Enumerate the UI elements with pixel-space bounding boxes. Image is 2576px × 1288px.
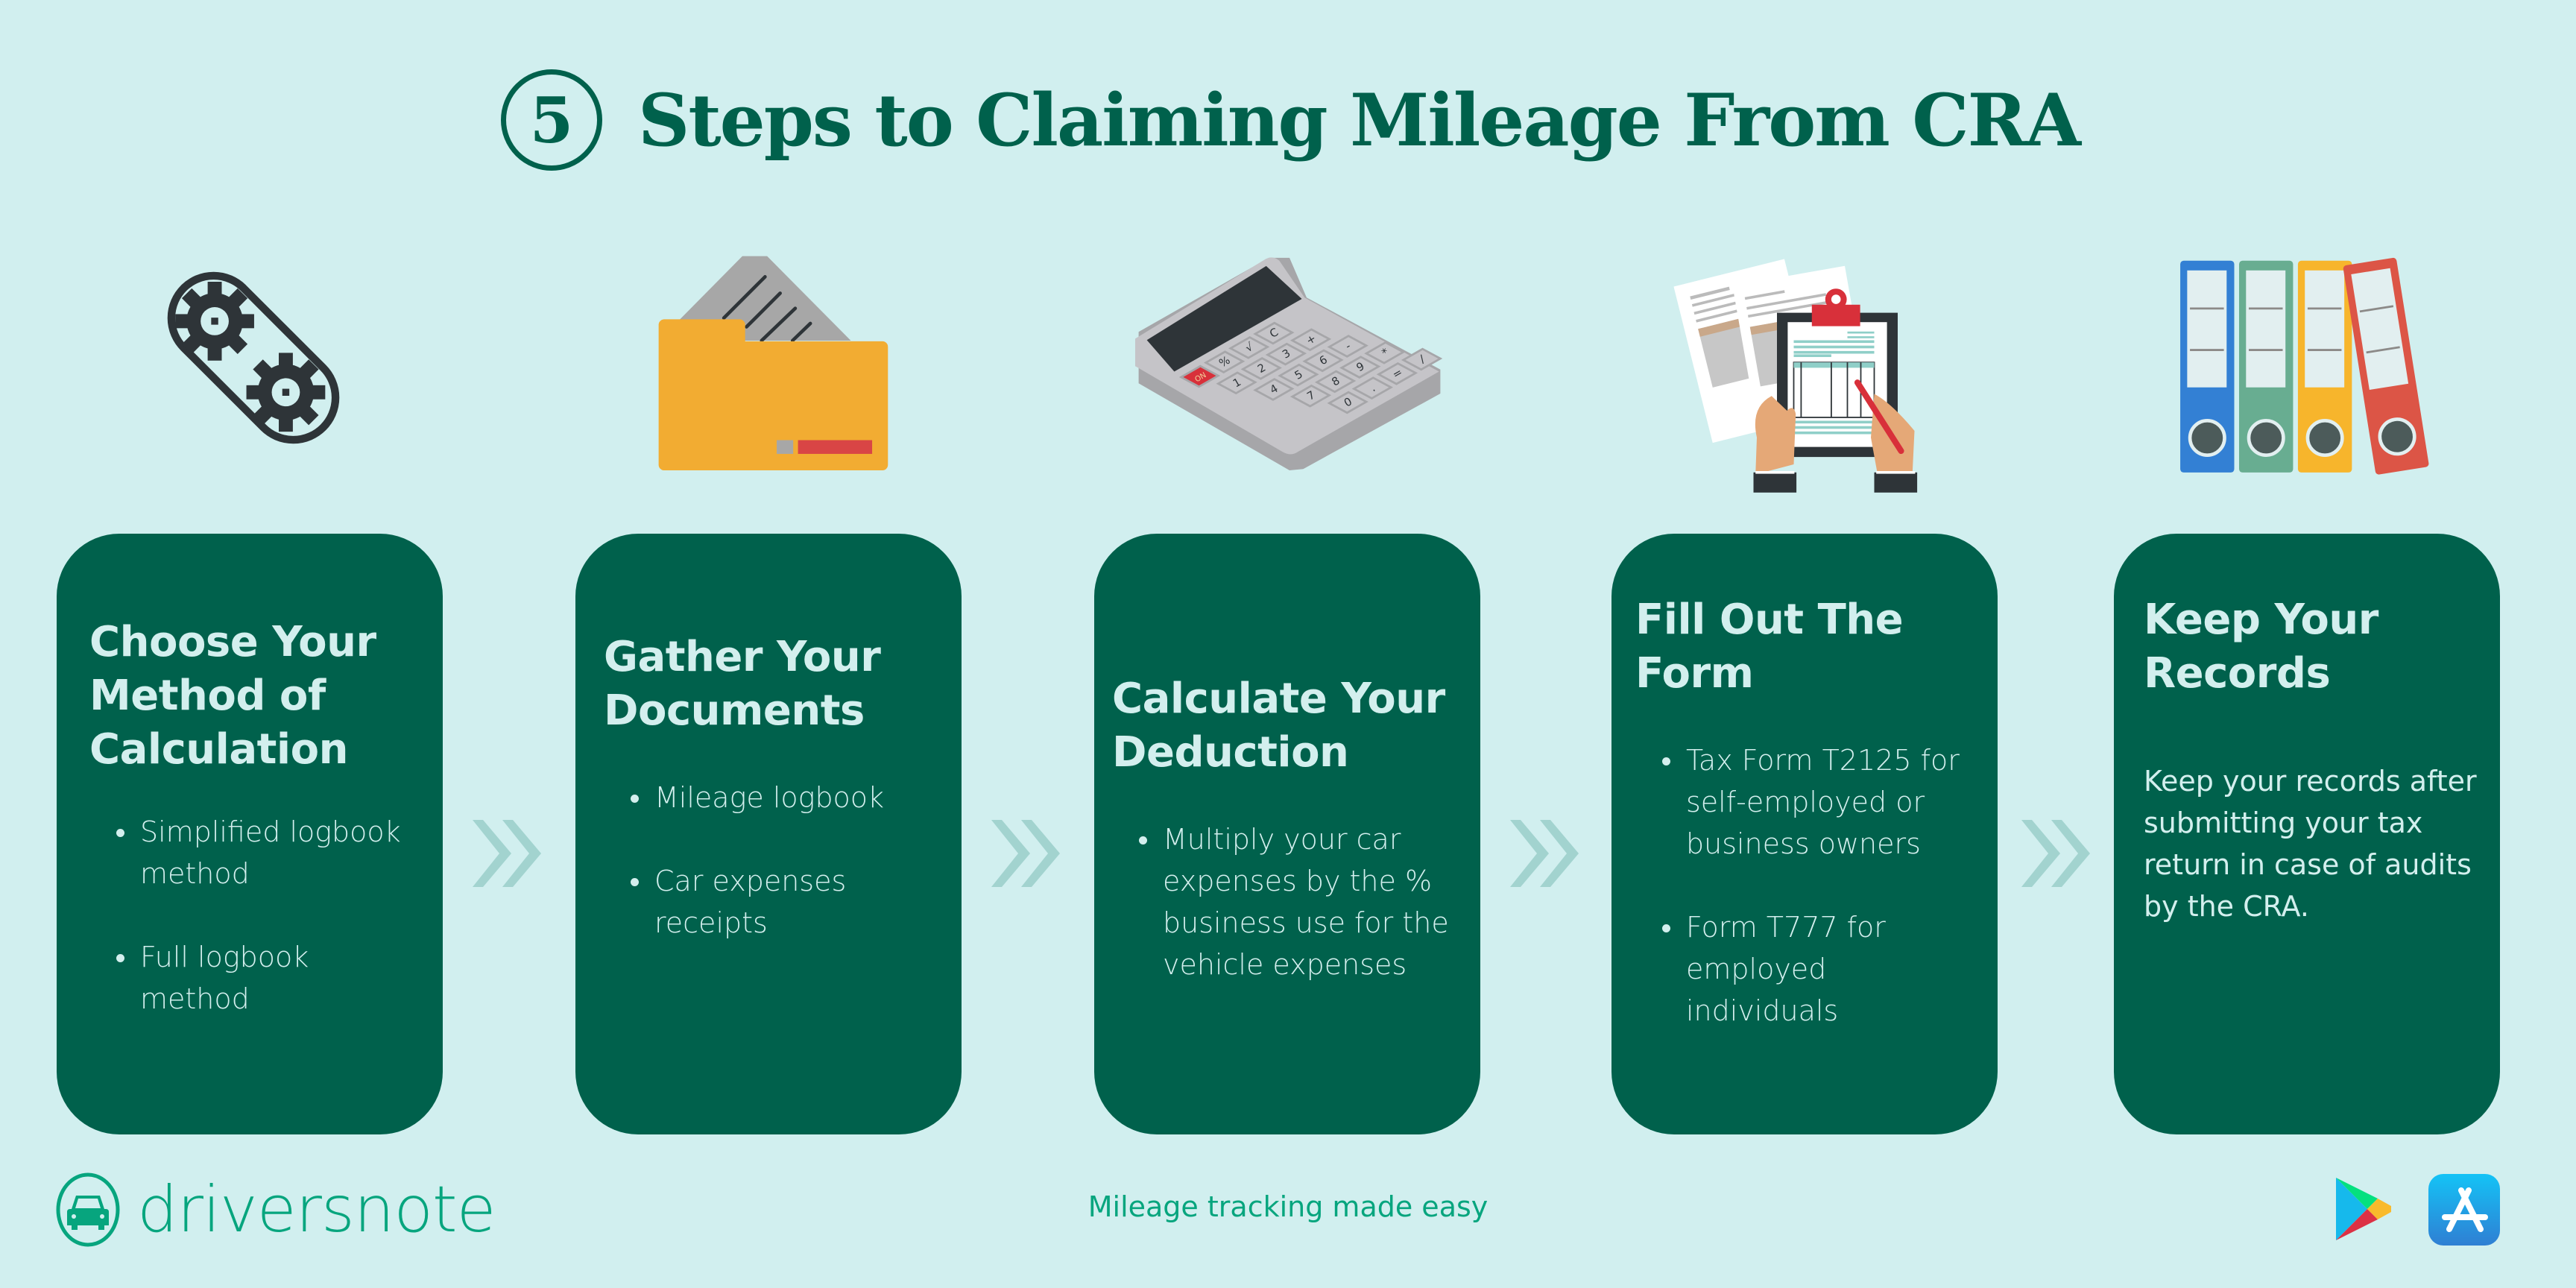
bullet-item: Multiply your car expenses by the % busi… [1112,818,1465,985]
bullet-item: Simplified logbook method [89,811,413,894]
page-header: 5 Steps to Claiming Mileage From CRA [501,64,2081,176]
step-count-badge: 5 [501,69,602,171]
step-count: 5 [529,83,574,157]
step-bullets: Mileage logbook Car expenses receipts [604,777,932,944]
step-title: Gather Your Documents [604,633,881,735]
step-card-4: Fill Out The Form Tax Form T2125 for sel… [1611,534,1998,1134]
step-card-3: Calculate Your Deduction Multiply your c… [1094,534,1480,1134]
driversnote-logo[interactable]: driversnote [55,1172,496,1248]
brand-name: driversnote [137,1172,496,1247]
step-title: Choose Your Method of Calculation [89,618,376,774]
step-bullets: Simplified logbook method Full logbook m… [89,811,413,1020]
google-play-icon[interactable] [2334,1176,2394,1243]
bullet-item: Car expenses receipts [604,860,932,944]
bullet-item: Mileage logbook [604,777,932,818]
app-store-icon[interactable] [2428,1174,2500,1246]
binder-yellow [2297,260,2352,473]
gear-top-icon [175,282,254,361]
double-chevron-right-icon [2021,820,2090,887]
step-paragraph: Keep your records after submitting your … [2144,765,2477,923]
step-card-2: Gather Your Documents Mileage logbook Ca… [575,534,962,1134]
step-title: Fill Out The Form [1635,596,1904,698]
bullet-item: Form T777 for employed individuals [1635,906,1975,1032]
gears-icon [167,271,340,444]
clipboard-form-icon [1673,259,1918,493]
car-icon [56,1172,120,1247]
folder-documents-icon [658,256,888,471]
bullet-item: Tax Form T2125 for self-employed or busi… [1635,739,1975,865]
binder-green [2239,260,2294,473]
tagline: Mileage tracking made easy [1087,1190,1489,1223]
step-title: Keep Your Records [2144,596,2378,698]
binder-red [2343,257,2429,475]
bullet-item: Full logbook method [89,936,413,1020]
page-title: Steps to Claiming Mileage From CRA [638,78,2081,162]
step-bullets: Tax Form T2125 for self-employed or busi… [1635,739,1975,1032]
double-chevron-right-icon [1510,820,1579,887]
binders-icon [2180,257,2429,475]
double-chevron-right-icon [473,820,541,887]
step-title: Calculate Your Deduction [1112,675,1445,777]
step-bullets: Multiply your car expenses by the % busi… [1112,818,1465,985]
binder-blue [2180,260,2235,473]
calculator-icon: ON%√C123+456-789*0.=/ [1135,257,1443,471]
double-chevron-right-icon [991,820,1060,887]
step-card-1: Choose Your Method of Calculation Simpli… [57,534,443,1134]
step-card-5: Keep Your Records Keep your records afte… [2114,534,2500,1134]
gear-bottom-icon [246,353,326,432]
